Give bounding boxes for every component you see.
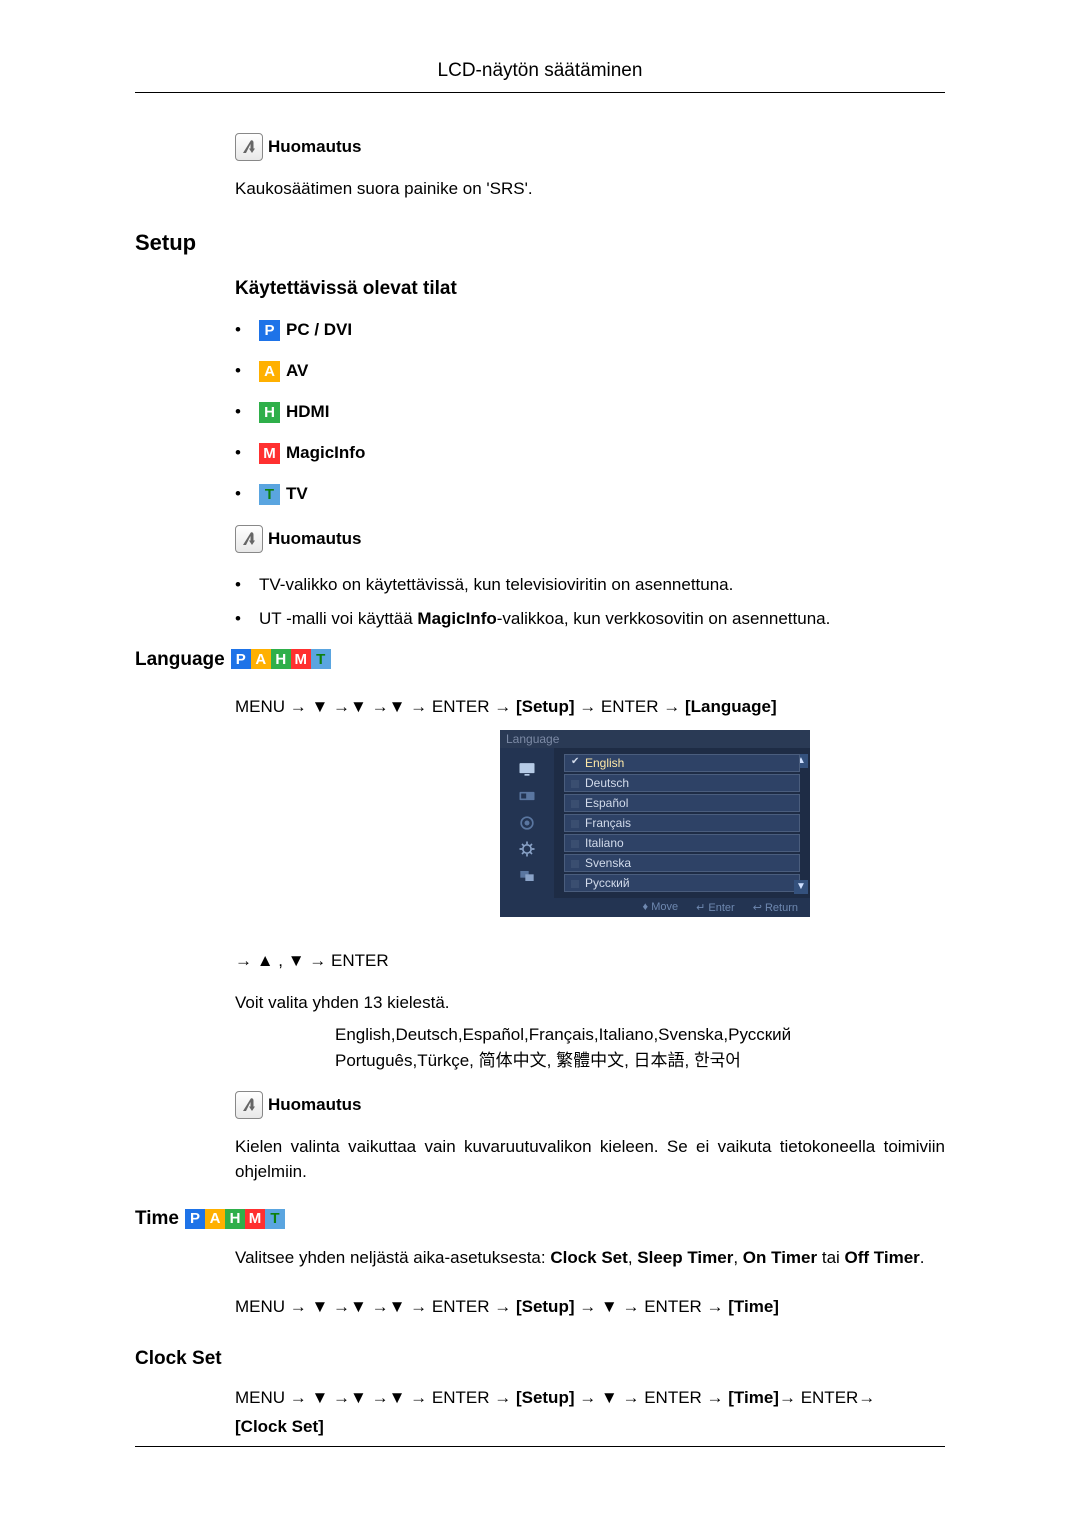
mode-p-icon: P xyxy=(185,1209,205,1229)
clock-set-heading: Clock Set xyxy=(135,1348,945,1370)
note-icon xyxy=(235,133,263,161)
mode-a-icon: A xyxy=(251,649,271,669)
time-path: MENU → ▼ →▼ →▼ → ENTER → [Setup] → ▼ → E… xyxy=(235,1293,945,1322)
note-label: Huomautus xyxy=(268,137,362,157)
mode-t-icon: T xyxy=(311,649,331,669)
osd-item-svenska[interactable]: Svenska xyxy=(564,854,800,872)
note-icon xyxy=(235,525,263,553)
osd-item-espanol[interactable]: Español xyxy=(564,794,800,812)
mode-a-label: AV xyxy=(286,361,308,381)
mode-m-label: MagicInfo xyxy=(286,443,365,463)
modes-heading: Käytettävissä olevat tilat xyxy=(235,278,945,300)
mode-p-icon: P xyxy=(259,320,280,341)
osd-footer: ♦ Move ↵ Enter ↩ Return xyxy=(500,898,810,917)
osd-item-italiano[interactable]: Italiano xyxy=(564,834,800,852)
osd-sound-icon xyxy=(516,812,538,834)
note-label: Huomautus xyxy=(268,529,362,549)
osd-move-hint: ♦ Move xyxy=(643,901,679,914)
note-row: Huomautus xyxy=(235,1091,945,1119)
mode-item-av: A AV xyxy=(235,361,945,382)
note-row: Huomautus xyxy=(235,133,945,161)
mode-item-tv: T TV xyxy=(235,484,945,505)
mode-item-magicinfo: M MagicInfo xyxy=(235,443,945,464)
language-choose-text: Voit valita yhden 13 kielestä. xyxy=(235,991,945,1016)
language-heading: Language xyxy=(135,649,225,671)
page-header: LCD-näytön säätäminen xyxy=(135,60,945,93)
time-desc: Valitsee yhden neljästä aika-asetuksesta… xyxy=(235,1246,945,1271)
mode-p-label: PC / DVI xyxy=(286,320,352,340)
osd-setup-icon xyxy=(516,838,538,860)
osd-item-russian[interactable]: Русский xyxy=(564,874,800,892)
osd-language-menu: Language ▲ English Deutsch Español Franç… xyxy=(500,730,810,917)
osd-item-english[interactable]: English xyxy=(564,754,800,772)
language-list-line2: Português,Türkçe, 简体中文, 繁體中文, 日本語, 한국어 xyxy=(335,1048,945,1074)
osd-list: ▲ English Deutsch Español Français Itali… xyxy=(554,748,810,898)
mode-m-icon: M xyxy=(259,443,280,464)
mode-t-icon: T xyxy=(259,484,280,505)
mode-t-label: TV xyxy=(286,484,308,504)
language-path-2: → ▲ , ▼ → ENTER xyxy=(235,947,945,976)
osd-side-icons xyxy=(500,748,554,898)
mode-badges: P A H M T xyxy=(185,1209,285,1230)
note-row: Huomautus xyxy=(235,525,945,553)
osd-picture-icon xyxy=(516,758,538,780)
srs-note-text: Kaukosäätimen suora painike on 'SRS'. xyxy=(235,177,945,202)
mode-a-icon: A xyxy=(259,361,280,382)
clock-set-path: MENU → ▼ →▼ →▼ → ENTER → [Setup] → ▼ → E… xyxy=(235,1384,945,1442)
mode-item-pc: P PC / DVI xyxy=(235,320,945,341)
mode-note: TV-valikko on käytettävissä, kun televis… xyxy=(259,575,733,594)
osd-title: Language xyxy=(500,730,810,748)
language-effect-note: Kielen valinta vaikuttaa vain kuvaruutuv… xyxy=(235,1135,945,1184)
mode-h-icon: H xyxy=(271,649,291,669)
mode-a-icon: A xyxy=(205,1209,225,1229)
language-list-line1: English,Deutsch,Español,Français,Italian… xyxy=(335,1022,945,1048)
language-path-1: MENU → ▼ →▼ →▼ → ENTER → [Setup] → ENTER… xyxy=(235,693,945,722)
setup-heading: Setup xyxy=(135,230,945,256)
note-icon xyxy=(235,1091,263,1119)
mode-h-label: HDMI xyxy=(286,402,329,422)
time-heading: Time xyxy=(135,1208,179,1230)
mode-m-icon: M xyxy=(291,649,311,669)
osd-enter-hint: ↵ Enter xyxy=(696,901,735,914)
osd-multi-icon xyxy=(516,865,538,887)
mode-badges: P A H M T xyxy=(231,649,331,670)
mode-h-icon: H xyxy=(259,402,280,423)
mode-h-icon: H xyxy=(225,1209,245,1229)
language-heading-row: Language P A H M T xyxy=(135,649,945,671)
note-label: Huomautus xyxy=(268,1095,362,1115)
time-heading-row: Time P A H M T xyxy=(135,1208,945,1230)
footer-rule xyxy=(135,1446,945,1447)
mode-item-hdmi: H HDMI xyxy=(235,402,945,423)
mode-m-icon: M xyxy=(245,1209,265,1229)
osd-input-icon xyxy=(516,785,538,807)
language-list-block: English,Deutsch,Español,Français,Italian… xyxy=(335,1022,945,1073)
osd-item-deutsch[interactable]: Deutsch xyxy=(564,774,800,792)
mode-t-icon: T xyxy=(265,1209,285,1229)
mode-notes-list: TV-valikko on käytettävissä, kun televis… xyxy=(235,575,945,629)
osd-scroll-down-icon[interactable]: ▼ xyxy=(794,880,808,894)
osd-item-francais[interactable]: Français xyxy=(564,814,800,832)
osd-return-hint: ↩ Return xyxy=(753,901,798,914)
mode-p-icon: P xyxy=(231,649,251,669)
mode-list: P PC / DVI A AV H HDMI M MagicInfo T TV xyxy=(235,320,945,505)
mode-note: UT -malli voi käyttää MagicInfo-valikkoa… xyxy=(259,609,830,628)
